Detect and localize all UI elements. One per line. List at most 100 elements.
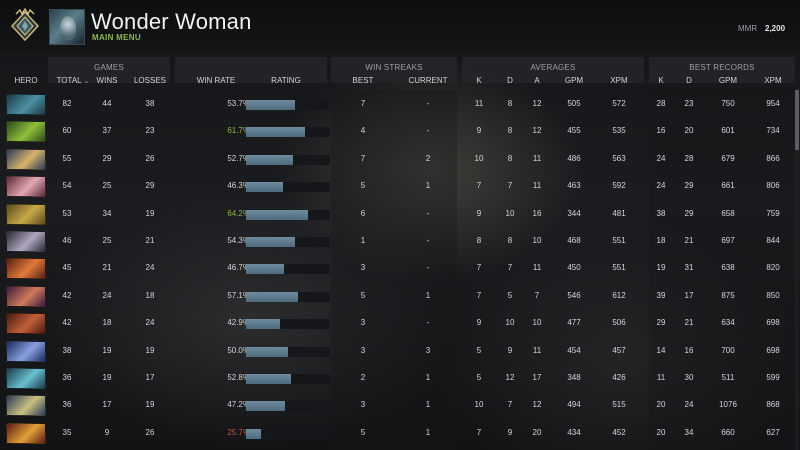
hero-portrait-7[interactable] bbox=[6, 258, 46, 280]
hero-portrait-5[interactable] bbox=[6, 203, 46, 225]
cell-d: 12 bbox=[505, 373, 515, 382]
hero-portrait-12[interactable] bbox=[6, 395, 46, 417]
hero-portrait-6[interactable] bbox=[6, 231, 46, 252]
main-menu-link[interactable]: MAIN MENU bbox=[92, 33, 141, 42]
hero-portrait-4[interactable] bbox=[6, 176, 46, 198]
col-best-streak[interactable]: BEST bbox=[345, 76, 381, 85]
cell-wins: 25 bbox=[102, 236, 112, 245]
cell-a: 12 bbox=[532, 126, 542, 136]
hero-portrait-3[interactable] bbox=[6, 148, 46, 170]
cell-best-gpm: 1076 bbox=[719, 400, 737, 410]
cell-wins: 29 bbox=[102, 153, 112, 163]
table-row[interactable]: 36 19 17 2 1 5 12 17 348 426 11 30 511 599 52.8% bbox=[0, 365, 800, 392]
rating-bar bbox=[246, 100, 330, 110]
cell-xpm: 452 bbox=[612, 427, 626, 437]
cell-best-gpm: 697 bbox=[721, 236, 735, 245]
cell-xpm: 551 bbox=[612, 236, 626, 245]
table-row[interactable]: 45 21 24 3 - 7 7 11 450 551 19 31 638 820 46.7% bbox=[0, 255, 800, 282]
hero-portrait-11[interactable] bbox=[6, 368, 46, 389]
hero-portrait-2[interactable] bbox=[6, 121, 46, 143]
table-row[interactable]: 42 24 18 5 1 7 5 7 546 612 39 17 875 850 57.1% bbox=[0, 283, 800, 310]
cell-gpm: 463 bbox=[567, 181, 581, 191]
cell-wins: 21 bbox=[102, 263, 112, 273]
rating-bar-fill bbox=[246, 264, 284, 275]
hero-portrait-10[interactable] bbox=[6, 340, 46, 362]
cell-gpm: 455 bbox=[567, 126, 581, 136]
col-avg-gpm[interactable]: GPM bbox=[561, 76, 587, 85]
cell-best-xpm: 806 bbox=[766, 181, 780, 191]
cell-k: 8 bbox=[476, 236, 482, 245]
table-row[interactable]: 36 17 19 3 1 10 7 12 494 515 20 24 1076 868 47.2% bbox=[0, 392, 800, 419]
col-best-d[interactable]: D bbox=[682, 76, 696, 85]
cell-total: 53 bbox=[62, 208, 72, 218]
col-current-streak[interactable]: CURRENT bbox=[402, 76, 454, 85]
scrollbar-thumb[interactable] bbox=[795, 90, 799, 150]
col-best-k[interactable]: K bbox=[654, 76, 668, 85]
rating-bar-fill bbox=[246, 374, 291, 384]
cell-best-gpm: 700 bbox=[721, 345, 735, 355]
col-avg-d[interactable]: D bbox=[503, 76, 517, 85]
col-rating[interactable]: RATING bbox=[256, 76, 316, 85]
hero-portrait-13[interactable] bbox=[6, 422, 46, 444]
col-total[interactable]: TOTAL ⌄ bbox=[52, 76, 94, 85]
scrollbar[interactable] bbox=[795, 88, 799, 450]
cell-a: 11 bbox=[532, 263, 542, 273]
col-best-xpm[interactable]: XPM bbox=[760, 76, 786, 85]
cell-best-gpm: 661 bbox=[721, 181, 735, 191]
table-row[interactable]: 46 25 21 1 - 8 8 10 468 551 18 21 697 844 54.3% bbox=[0, 228, 800, 255]
cell-wins: 25 bbox=[102, 181, 112, 191]
table-row[interactable]: 55 29 26 7 2 10 8 11 486 563 24 28 679 866 52.7% bbox=[0, 146, 800, 173]
cell-gpm: 348 bbox=[567, 373, 581, 382]
col-wins[interactable]: WINS bbox=[92, 76, 122, 85]
cell-best-gpm: 658 bbox=[721, 208, 735, 218]
hero-portrait-8[interactable] bbox=[6, 285, 46, 307]
cell-a: 12 bbox=[532, 400, 542, 410]
cell-k: 10 bbox=[474, 400, 484, 410]
cell-current: 1 bbox=[425, 373, 431, 382]
rating-bar bbox=[246, 154, 330, 165]
cell-total: 38 bbox=[62, 345, 72, 355]
table-row[interactable]: 54 25 29 5 1 7 7 11 463 592 24 29 661 806 46.3% bbox=[0, 173, 800, 200]
col-avg-a[interactable]: A bbox=[530, 76, 544, 85]
rating-bar bbox=[246, 374, 330, 384]
rating-bar-fill bbox=[246, 428, 261, 439]
cell-best-k: 20 bbox=[656, 400, 666, 410]
cell-win-rate: 52.8% bbox=[227, 373, 250, 382]
cell-best-xpm: 820 bbox=[766, 263, 780, 273]
cell-d: 9 bbox=[507, 427, 513, 437]
rating-bar-fill bbox=[246, 346, 288, 357]
col-win-rate[interactable]: WIN RATE bbox=[186, 76, 246, 85]
avatar[interactable] bbox=[49, 9, 85, 45]
cell-current: 2 bbox=[425, 153, 431, 163]
col-best-gpm[interactable]: GPM bbox=[715, 76, 741, 85]
table-row[interactable]: 35 9 26 5 1 7 9 20 434 452 20 34 660 627 25.7% bbox=[0, 420, 800, 447]
mmr-value: 2,200 bbox=[765, 24, 786, 33]
rank-medal-icon[interactable] bbox=[8, 7, 42, 44]
cell-k: 9 bbox=[476, 208, 482, 218]
cell-best-d: 20 bbox=[684, 126, 694, 136]
cell-best-d: 23 bbox=[684, 99, 694, 108]
cell-d: 7 bbox=[507, 263, 513, 273]
cell-wins: 18 bbox=[102, 318, 112, 328]
cell-best: 1 bbox=[360, 236, 366, 245]
mmr-label: MMR bbox=[738, 24, 758, 33]
col-hero[interactable]: HERO bbox=[6, 76, 46, 85]
table-row[interactable]: 60 37 23 4 - 9 8 12 455 535 16 20 601 734 61.7% bbox=[0, 118, 800, 145]
cell-win-rate: 47.2% bbox=[227, 400, 250, 410]
cell-best-k: 16 bbox=[656, 126, 666, 136]
cell-d: 10 bbox=[505, 318, 515, 328]
table-row[interactable]: 82 44 38 7 - 11 8 12 505 572 28 23 750 954 53.7% bbox=[0, 91, 800, 118]
cell-best-gpm: 601 bbox=[721, 126, 735, 136]
cell-wins: 17 bbox=[102, 400, 112, 410]
table-row[interactable]: 38 19 19 3 3 5 9 11 454 457 14 16 700 698 50.0% bbox=[0, 338, 800, 365]
hero-portrait-9[interactable] bbox=[6, 313, 46, 335]
cell-total: 82 bbox=[62, 99, 72, 108]
hero-portrait-1[interactable] bbox=[6, 94, 46, 115]
rating-bar-fill bbox=[246, 154, 293, 165]
col-losses[interactable]: LOSSES bbox=[129, 76, 171, 85]
rating-bar-fill bbox=[246, 401, 285, 412]
col-avg-k[interactable]: K bbox=[472, 76, 486, 85]
col-avg-xpm[interactable]: XPM bbox=[606, 76, 632, 85]
table-row[interactable]: 42 18 24 3 - 9 10 10 477 506 29 21 634 698 42.9% bbox=[0, 310, 800, 337]
table-row[interactable]: 53 34 19 6 - 9 10 16 344 481 38 29 658 759 64.2% bbox=[0, 201, 800, 228]
